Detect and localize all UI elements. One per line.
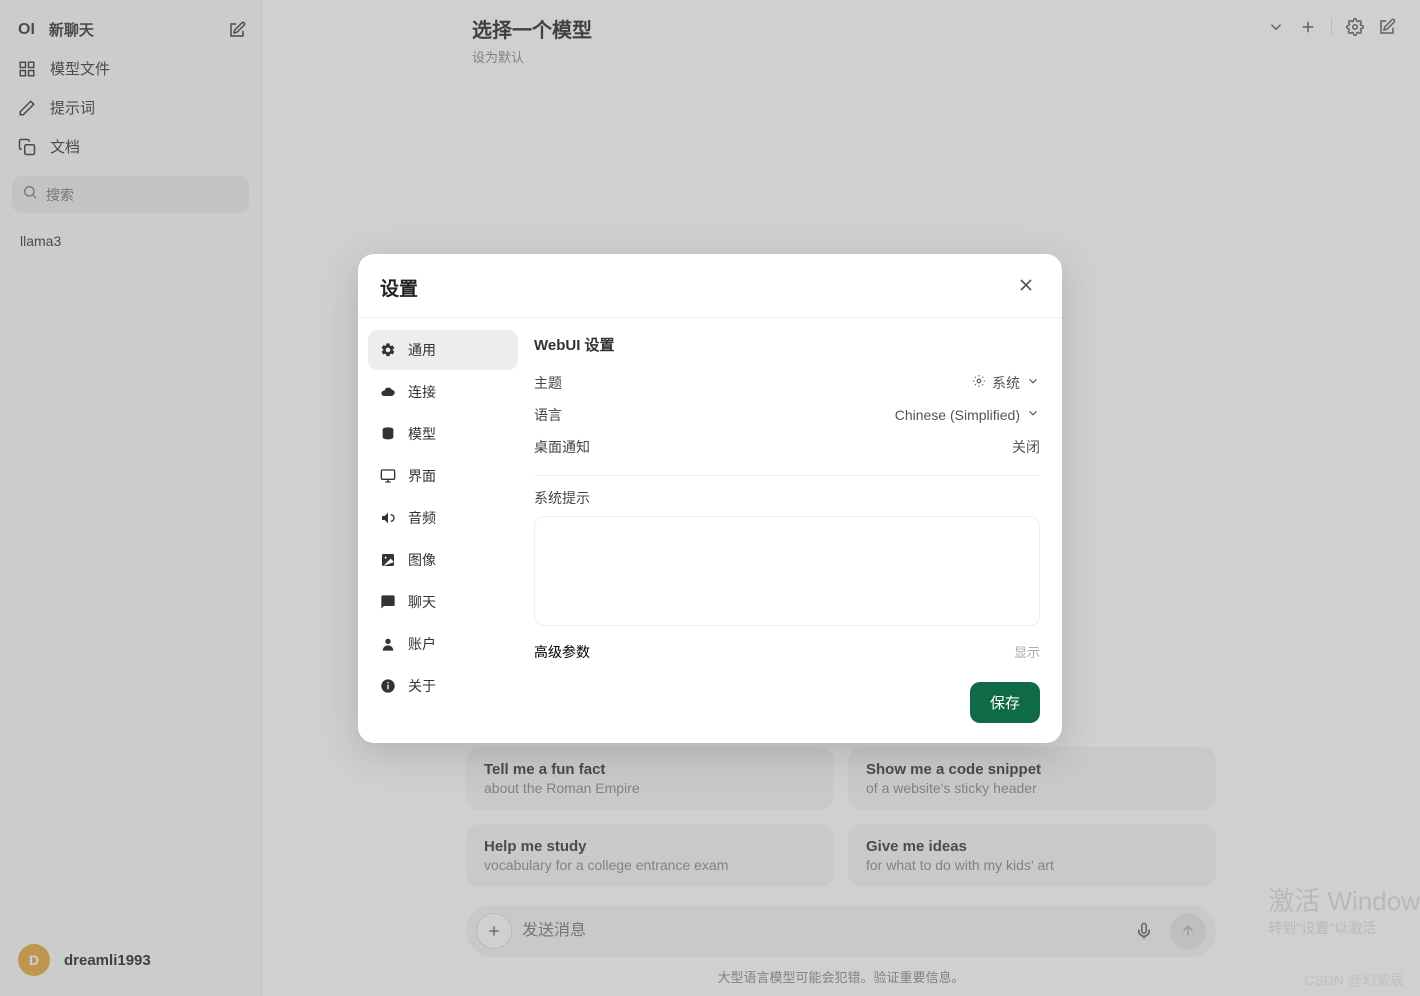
notifications-toggle[interactable]: 关闭 [1012,437,1040,457]
settings-tab-general[interactable]: 通用 [368,330,518,370]
chevron-down-icon [1026,374,1040,391]
theme-value: 系统 [992,373,1020,393]
settings-tab-label: 通用 [408,340,436,360]
system-prompt-input[interactable] [534,516,1040,626]
settings-tab-label: 连接 [408,382,436,402]
database-icon [380,426,396,442]
settings-tab-label: 图像 [408,550,436,570]
language-label: 语言 [534,405,562,425]
settings-tab-label: 模型 [408,424,436,444]
theme-label: 主题 [534,373,562,393]
cloud-icon [380,384,396,400]
settings-modal: 设置 通用 连接 模型 [358,254,1062,743]
settings-tab-label: 账户 [408,634,436,654]
settings-pane: WebUI 设置 主题 系统 语言 Chinese (Simplified) [528,318,1062,743]
save-button[interactable]: 保存 [970,682,1040,723]
theme-select[interactable]: 系统 [972,373,1040,393]
settings-tab-label: 聊天 [408,592,436,612]
modal-title: 设置 [380,274,418,301]
monitor-icon [380,468,396,484]
system-prompt-label: 系统提示 [534,488,1040,508]
user-icon [380,636,396,652]
image-icon [380,552,396,568]
divider [534,475,1040,476]
info-icon [380,678,396,694]
settings-tab-account[interactable]: 账户 [368,624,518,664]
language-select[interactable]: Chinese (Simplified) [895,406,1040,423]
chat-icon [380,594,396,610]
language-value: Chinese (Simplified) [895,407,1020,423]
section-title: WebUI 设置 [534,334,1040,355]
settings-tab-models[interactable]: 模型 [368,414,518,454]
settings-tab-chat[interactable]: 聊天 [368,582,518,622]
gear-icon [380,342,396,358]
settings-tab-images[interactable]: 图像 [368,540,518,580]
chevron-down-icon [1026,406,1040,423]
settings-tab-label: 界面 [408,466,436,486]
theme-mode-icon [972,374,986,391]
settings-tab-label: 关于 [408,676,436,696]
settings-tab-interface[interactable]: 界面 [368,456,518,496]
modal-overlay[interactable]: 设置 通用 连接 模型 [0,0,1420,996]
settings-tab-audio[interactable]: 音频 [368,498,518,538]
settings-tab-label: 音频 [408,508,436,528]
close-icon[interactable] [1016,275,1040,299]
notifications-label: 桌面通知 [534,437,590,457]
settings-tab-about[interactable]: 关于 [368,666,518,706]
settings-tab-connections[interactable]: 连接 [368,372,518,412]
advanced-params-label: 高级参数 [534,642,590,662]
settings-nav: 通用 连接 模型 界面 [358,318,528,743]
volume-icon [380,510,396,526]
advanced-params-show[interactable]: 显示 [1014,642,1040,661]
